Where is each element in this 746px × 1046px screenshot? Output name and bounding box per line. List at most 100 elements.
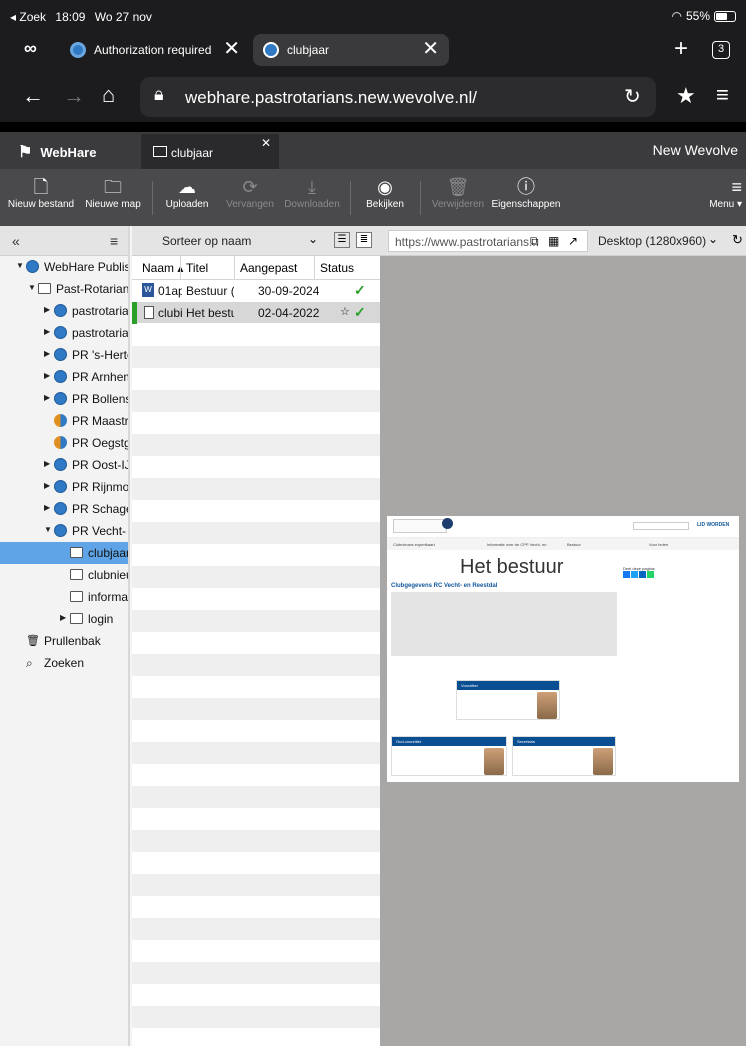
page-title: Het bestuur	[460, 556, 564, 578]
tree-item[interactable]: ▶ PR Arnhem-	[0, 366, 128, 388]
back-arrow-icon[interactable]: ←	[22, 83, 44, 109]
app-tab-clubjaar[interactable]: clubjaar ✕	[141, 134, 279, 169]
table-row[interactable]: clubi Het bestuu 02-04-2022 ☆ ✓	[132, 302, 380, 324]
address-bar[interactable]: 🔒︎ webhare.pastrotarians.new.wevolve.nl/…	[140, 77, 656, 117]
view-button[interactable]: ◉ Bekijken	[362, 175, 408, 210]
tree-item[interactable]: ▼ Past-Rotarians	[0, 278, 128, 300]
tree-item[interactable]: informat	[0, 586, 128, 608]
collapsed-arrow-icon[interactable]: ▶	[60, 613, 66, 622]
collapsed-arrow-icon[interactable]: ▶	[44, 481, 50, 490]
new-file-button[interactable]: 🗋 Nieuw bestand	[6, 175, 76, 210]
home-icon[interactable]: ⌂	[102, 82, 115, 108]
card-title: Voorzitter	[457, 681, 559, 690]
expanded-arrow-icon[interactable]: ▼	[16, 261, 24, 270]
folder-icon	[70, 591, 83, 602]
properties-button[interactable]: ⓘ Eigenschappen	[490, 175, 562, 210]
tree-item-label: login	[88, 612, 114, 626]
tree-item[interactable]: 🗑︎ Prullenbak	[0, 630, 128, 652]
website-preview[interactable]: LID WORDEN Clubnieuws expertkaart Inform…	[387, 516, 739, 782]
column-status[interactable]: Status	[320, 261, 354, 275]
bookmark-star-icon[interactable]: ★	[676, 83, 696, 109]
folder-icon	[70, 613, 83, 624]
chevron-down-icon[interactable]: ⌄	[708, 232, 718, 246]
site-name: New Wevolve	[652, 142, 738, 158]
empty-row	[132, 544, 380, 566]
collapsed-arrow-icon[interactable]: ▶	[44, 349, 50, 358]
tree-item[interactable]: clubnieu	[0, 564, 128, 586]
upload-button[interactable]: ☁ Uploaden	[162, 175, 212, 210]
menu-item: Informatie over de CPP Vecht- en	[487, 542, 547, 547]
tree-item[interactable]: ▶ PR Rijnmon	[0, 476, 128, 498]
close-app-tab-icon[interactable]: ✕	[261, 136, 271, 150]
private-mode-icon[interactable]: ∞	[24, 38, 37, 59]
empty-row	[132, 610, 380, 632]
upload-icon: ☁	[178, 177, 196, 197]
reload-icon[interactable]: ↻	[624, 84, 641, 109]
delete-button[interactable]: 🗑︎ Verwijderen	[430, 175, 486, 210]
browser-tab-authorization[interactable]: Authorization required ✕	[60, 34, 250, 66]
close-tab-icon[interactable]: ✕	[223, 38, 240, 60]
new-tab-icon[interactable]: +	[674, 35, 688, 63]
tree-item[interactable]: ▶ pastrotarian	[0, 322, 128, 344]
forward-arrow-icon[interactable]: →	[63, 83, 85, 109]
browser-menu-icon[interactable]: ≡	[716, 82, 729, 108]
new-folder-button[interactable]: 🗀 Nieuwe map	[82, 175, 144, 210]
tree-options-icon[interactable]: ≡	[110, 233, 118, 249]
site-globe-icon	[54, 304, 67, 317]
collapse-panel-icon[interactable]: «	[12, 233, 20, 249]
tree-item[interactable]: ▶ PR Oost-IJs	[0, 454, 128, 476]
detail-view-icon[interactable]: ≣	[356, 232, 372, 248]
tree-item[interactable]: ▼ PR Vecht- e	[0, 520, 128, 542]
replace-button[interactable]: ⟳ Vervangen	[222, 175, 278, 210]
url-text[interactable]: webhare.pastrotarians.new.wevolve.nl/	[185, 88, 477, 108]
webhare-logo[interactable]: ⚑ WebHare	[18, 142, 96, 162]
empty-row	[132, 874, 380, 896]
device-select[interactable]: Desktop (1280x960)	[598, 234, 706, 248]
tree-item[interactable]: PR Oegstge	[0, 432, 128, 454]
empty-row	[132, 742, 380, 764]
tree-item[interactable]: PR Maastric	[0, 410, 128, 432]
menu-button[interactable]: ≡ Menu ▾	[702, 175, 742, 210]
lid-worden-button: LID WORDEN	[697, 522, 730, 528]
menu-item: Bestuur	[567, 542, 581, 547]
search-box	[633, 522, 689, 530]
tree-item[interactable]: ▶ login	[0, 608, 128, 630]
column-title[interactable]: Titel	[186, 261, 208, 275]
tab-count-button[interactable]: 3	[712, 41, 730, 59]
sort-select[interactable]: Sorteer op naam	[162, 234, 251, 248]
back-to-app-link[interactable]: ◂ Zoek	[10, 10, 46, 24]
download-button[interactable]: ⤓ Downloaden	[282, 175, 342, 210]
browser-tab-clubjaar[interactable]: clubjaar ✕	[253, 34, 449, 66]
expanded-arrow-icon[interactable]: ▼	[28, 283, 36, 292]
tree-item[interactable]: ▶ PR Bollenst	[0, 388, 128, 410]
copy-url-icon[interactable]: ⧉	[530, 234, 539, 249]
chevron-down-icon[interactable]: ⌄	[308, 232, 318, 246]
tree-item[interactable]: ▼ WebHare Publishe	[0, 256, 128, 278]
replace-label: Vervangen	[226, 199, 274, 210]
collapsed-arrow-icon[interactable]: ▶	[44, 459, 50, 468]
folder-icon	[70, 547, 83, 558]
time: 18:09	[55, 10, 86, 24]
close-tab-icon[interactable]: ✕	[422, 38, 439, 60]
column-modified[interactable]: Aangepast	[240, 261, 297, 275]
tree-item[interactable]: ⌕ Zoeken	[0, 652, 128, 674]
expanded-arrow-icon[interactable]: ▼	[44, 525, 52, 534]
tree-item[interactable]: ▶ PR 's-Hertog	[0, 344, 128, 366]
collapsed-arrow-icon[interactable]: ▶	[44, 371, 50, 380]
app-tab-label: clubjaar	[171, 146, 214, 160]
collapsed-arrow-icon[interactable]: ▶	[44, 305, 50, 314]
tree-item[interactable]: clubjaar	[0, 542, 128, 564]
open-external-icon[interactable]: ↗	[568, 234, 578, 248]
tree-item[interactable]: ▶ PR Schager	[0, 498, 128, 520]
qr-code-icon[interactable]: ▦	[548, 234, 559, 248]
column-name[interactable]: Naam ▴	[142, 261, 183, 275]
collapsed-arrow-icon[interactable]: ▶	[44, 393, 50, 402]
collapsed-arrow-icon[interactable]: ▶	[44, 503, 50, 512]
refresh-preview-icon[interactable]: ↻	[732, 232, 743, 248]
date: Wo 27 nov	[94, 10, 152, 24]
list-view-icon[interactable]: ☰	[334, 232, 350, 248]
tree-item[interactable]: ▶ pastrotarian	[0, 300, 128, 322]
table-row[interactable]: W 01ap Bestuur (F 30-09-2024 ✓	[132, 280, 380, 302]
collapsed-arrow-icon[interactable]: ▶	[44, 327, 50, 336]
club-info-box	[391, 592, 617, 656]
